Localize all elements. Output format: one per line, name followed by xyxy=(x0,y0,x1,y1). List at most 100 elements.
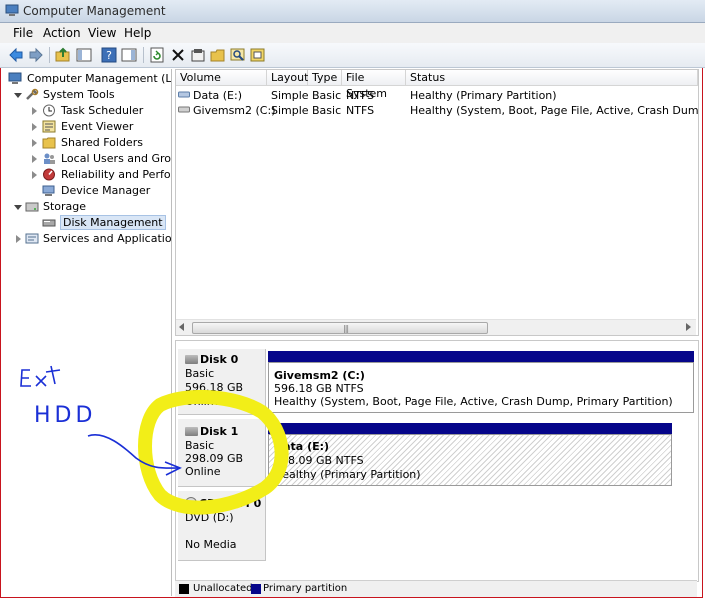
cdrom-media: No Media xyxy=(185,538,237,551)
column-header-layout[interactable]: Layout xyxy=(267,70,308,86)
cdrom-name-row: CD-ROM 0 xyxy=(185,497,261,510)
partition-status: Healthy (System, Boot, Page File, Active… xyxy=(274,395,673,408)
legend-swatch-unallocated xyxy=(179,584,189,594)
disk-size: 298.09 GB xyxy=(185,452,244,465)
toolbar: ? xyxy=(0,43,705,68)
column-header-type[interactable]: Type xyxy=(308,70,342,86)
expand-collapse-icon[interactable] xyxy=(32,107,37,115)
partition-name: Data (E:) xyxy=(274,440,330,453)
tree-label: Local Users and Groups xyxy=(61,152,172,165)
disk-map: Disk 0 Basic 596.18 GB Online Givemsm2 (… xyxy=(175,340,699,582)
clock-icon xyxy=(42,104,56,117)
performance-icon xyxy=(42,168,56,181)
show-hide-action-pane-icon[interactable] xyxy=(120,46,138,64)
legend-label-primary: Primary partition xyxy=(263,583,348,594)
tree-label: Task Scheduler xyxy=(61,104,144,117)
expand-collapse-icon[interactable] xyxy=(32,171,37,179)
storage-icon xyxy=(25,200,39,213)
column-header-status[interactable]: Status xyxy=(406,70,698,86)
cdrom-drive: DVD (D:) xyxy=(185,511,234,524)
menu-bar: File Action View Help xyxy=(0,23,705,43)
forward-icon[interactable] xyxy=(27,46,45,64)
menu-file[interactable]: File xyxy=(13,26,33,40)
navigation-tree: Computer Management (Local System Tools … xyxy=(3,69,172,596)
volume-icon xyxy=(178,103,190,118)
disk-size: 596.18 GB xyxy=(185,381,244,394)
disk-management-icon xyxy=(42,216,56,229)
tree-label: Disk Management xyxy=(60,215,166,230)
expand-collapse-icon[interactable] xyxy=(16,235,21,243)
disk-1-label[interactable]: Disk 1 Basic 298.09 GB Online xyxy=(178,419,266,487)
partition-size: 298.09 GB NTFS xyxy=(274,454,364,467)
volume-layout: Simple xyxy=(271,104,309,117)
computer-management-icon xyxy=(8,72,22,85)
expand-collapse-icon[interactable] xyxy=(32,155,37,163)
column-header-volume[interactable]: Volume xyxy=(176,70,267,86)
disk-name: Disk 1 xyxy=(200,425,239,438)
tree-label: System Tools xyxy=(43,88,115,101)
partition-header-primary xyxy=(268,423,672,434)
disk-state: Online xyxy=(185,395,221,408)
users-icon xyxy=(42,152,56,165)
refresh-icon[interactable] xyxy=(148,46,166,64)
tree-label: Event Viewer xyxy=(61,120,134,133)
expand-collapse-icon[interactable] xyxy=(32,139,37,147)
up-folder-icon[interactable] xyxy=(54,46,72,64)
partition-name: Givemsm2 (C:) xyxy=(274,369,365,382)
volume-status: Healthy (Primary Partition) xyxy=(410,89,557,102)
column-header-file-system[interactable]: File System xyxy=(342,70,406,100)
cdrom-label[interactable]: CD-ROM 0 DVD (D:) No Media xyxy=(178,491,266,561)
menu-help[interactable]: Help xyxy=(124,26,151,40)
tree-label: Services and Applications xyxy=(43,232,172,245)
disk-name: Disk 0 xyxy=(200,353,239,366)
legend-label-unallocated: Unallocated xyxy=(193,583,253,594)
tree-label: Storage xyxy=(43,200,87,213)
partition-size: 596.18 GB NTFS xyxy=(274,382,364,395)
properties-icon[interactable] xyxy=(189,46,207,64)
help-icon[interactable]: ? xyxy=(100,46,118,64)
disk-type: Basic xyxy=(185,367,215,380)
volume-type: Basic xyxy=(312,104,342,117)
legend-swatch-primary xyxy=(251,584,261,594)
device-manager-icon xyxy=(42,184,56,197)
scrollbar-thumb[interactable]: ||| xyxy=(192,322,488,334)
disk-name: CD-ROM 0 xyxy=(199,497,262,510)
expand-collapse-icon[interactable] xyxy=(32,123,37,131)
disk-type: Basic xyxy=(185,439,215,452)
horizontal-scrollbar[interactable]: ||| xyxy=(176,319,696,335)
expand-collapse-icon[interactable] xyxy=(14,93,22,98)
tree-label: Shared Folders xyxy=(61,136,143,149)
partition-c[interactable]: Givemsm2 (C:) 596.18 GB NTFS Healthy (Sy… xyxy=(268,362,694,413)
volume-list: Volume Layout Type File System Status Da… xyxy=(175,69,699,336)
back-icon[interactable] xyxy=(7,46,25,64)
menu-action[interactable]: Action xyxy=(43,26,81,40)
scroll-left-icon[interactable] xyxy=(179,323,184,331)
tree-label: Reliability and Performa xyxy=(61,168,171,181)
search-icon[interactable] xyxy=(229,46,247,64)
volume-name: Data (E:) xyxy=(193,89,243,102)
title-bar[interactable]: Computer Management xyxy=(0,0,705,23)
show-hide-tree-icon[interactable] xyxy=(75,46,93,64)
shared-folder-icon xyxy=(42,136,56,149)
tools-icon xyxy=(25,88,39,101)
volume-fs: NTFS xyxy=(346,104,375,117)
delete-icon[interactable] xyxy=(169,46,187,64)
menu-view[interactable]: View xyxy=(88,26,116,40)
expand-collapse-icon[interactable] xyxy=(14,205,22,210)
computer-management-icon xyxy=(5,4,19,17)
open-folder-icon[interactable] xyxy=(209,46,227,64)
tree-label: Computer Management (Local xyxy=(27,72,172,85)
cd-icon xyxy=(185,497,197,509)
disk-0-label[interactable]: Disk 0 Basic 596.18 GB Online xyxy=(178,349,266,415)
svg-text:?: ? xyxy=(106,49,112,62)
disk-wizard-icon[interactable] xyxy=(249,46,267,64)
partition-e[interactable]: Data (E:) 298.09 GB NTFS Healthy (Primar… xyxy=(268,434,672,486)
event-viewer-icon xyxy=(42,120,56,133)
volume-name: Givemsm2 (C:) xyxy=(193,104,276,117)
scroll-right-icon[interactable] xyxy=(686,323,691,331)
disk-1-name-row: Disk 1 xyxy=(185,425,238,438)
tree-label: Device Manager xyxy=(61,184,151,197)
volume-status: Healthy (System, Boot, Page File, Active… xyxy=(410,104,698,117)
disk-icon xyxy=(185,427,198,436)
volume-icon xyxy=(178,88,190,103)
